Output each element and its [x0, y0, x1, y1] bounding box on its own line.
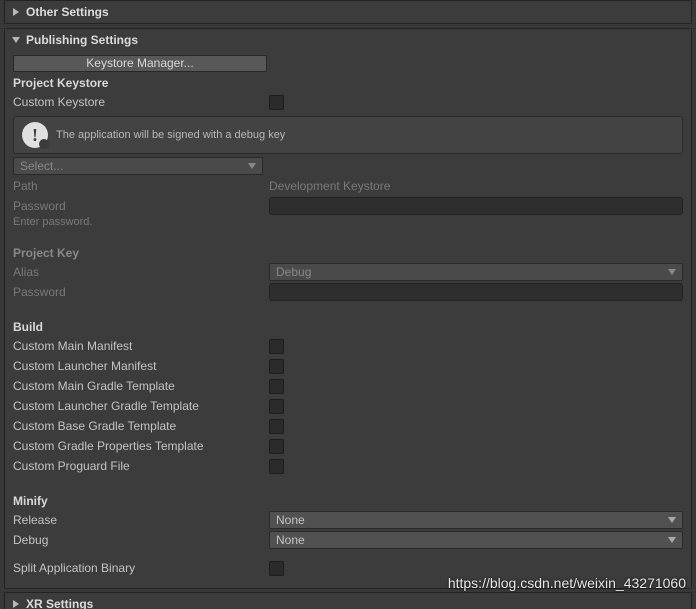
- custom-keystore-label: Custom Keystore: [13, 94, 269, 110]
- info-icon: [22, 122, 48, 148]
- project-key-heading: Project Key: [13, 246, 683, 260]
- publishing-settings-title: Publishing Settings: [26, 33, 138, 47]
- minify-debug-dropdown[interactable]: None: [269, 531, 683, 549]
- keystore-select-value: Select...: [20, 159, 63, 173]
- split-binary-label: Split Application Binary: [13, 560, 269, 576]
- path-label: Path: [13, 178, 269, 194]
- custom-keystore-checkbox[interactable]: [269, 95, 284, 110]
- split-binary-checkbox[interactable]: [269, 561, 284, 576]
- build-item-label: Custom Launcher Manifest: [13, 358, 269, 374]
- build-heading: Build: [13, 320, 683, 334]
- keystore-manager-button[interactable]: Keystore Manager...: [13, 55, 267, 72]
- minify-debug-label: Debug: [13, 532, 269, 548]
- xr-settings-title: XR Settings: [26, 597, 93, 609]
- foldout-right-icon: [11, 599, 21, 609]
- minify-heading: Minify: [13, 494, 683, 508]
- build-item-label: Custom Proguard File: [13, 458, 269, 474]
- build-item-checkbox-1[interactable]: [269, 359, 284, 374]
- minify-release-value: None: [276, 513, 305, 527]
- publishing-settings-header[interactable]: Publishing Settings: [5, 29, 691, 51]
- other-settings-title: Other Settings: [26, 5, 109, 19]
- keystore-select-dropdown[interactable]: Select...: [13, 157, 263, 175]
- foldout-right-icon: [11, 7, 21, 17]
- xr-settings-header[interactable]: XR Settings: [5, 593, 691, 609]
- keystore-password-label: Password: [13, 198, 269, 214]
- keystore-password-hint: Enter password.: [13, 216, 683, 228]
- chevron-down-icon: [248, 162, 256, 170]
- build-item-label: Custom Base Gradle Template: [13, 418, 269, 434]
- minify-release-dropdown[interactable]: None: [269, 511, 683, 529]
- chevron-down-icon: [668, 536, 676, 544]
- alias-value: Debug: [276, 265, 311, 279]
- key-password-label: Password: [13, 284, 269, 300]
- debug-key-info-text: The application will be signed with a de…: [56, 129, 285, 141]
- build-item-checkbox-6[interactable]: [269, 459, 284, 474]
- keystore-manager-label: Keystore Manager...: [86, 56, 193, 70]
- build-item-checkbox-3[interactable]: [269, 399, 284, 414]
- other-settings-header[interactable]: Other Settings: [5, 1, 691, 23]
- minify-release-label: Release: [13, 512, 269, 528]
- build-item-label: Custom Launcher Gradle Template: [13, 398, 269, 414]
- minify-debug-value: None: [276, 533, 305, 547]
- project-keystore-heading: Project Keystore: [13, 76, 683, 90]
- build-item-checkbox-2[interactable]: [269, 379, 284, 394]
- chevron-down-icon: [668, 516, 676, 524]
- debug-key-info-box: The application will be signed with a de…: [13, 116, 683, 154]
- path-value: Development Keystore: [269, 179, 683, 193]
- chevron-down-icon: [668, 268, 676, 276]
- build-item-label: Custom Main Gradle Template: [13, 378, 269, 394]
- build-item-checkbox-0[interactable]: [269, 339, 284, 354]
- foldout-down-icon: [11, 35, 21, 45]
- alias-dropdown[interactable]: Debug: [269, 263, 683, 281]
- build-item-checkbox-5[interactable]: [269, 439, 284, 454]
- build-item-checkbox-4[interactable]: [269, 419, 284, 434]
- build-item-label: Custom Main Manifest: [13, 338, 269, 354]
- key-password-field[interactable]: [269, 283, 683, 301]
- alias-label: Alias: [13, 264, 269, 280]
- build-item-label: Custom Gradle Properties Template: [13, 438, 269, 454]
- keystore-password-field[interactable]: [269, 197, 683, 215]
